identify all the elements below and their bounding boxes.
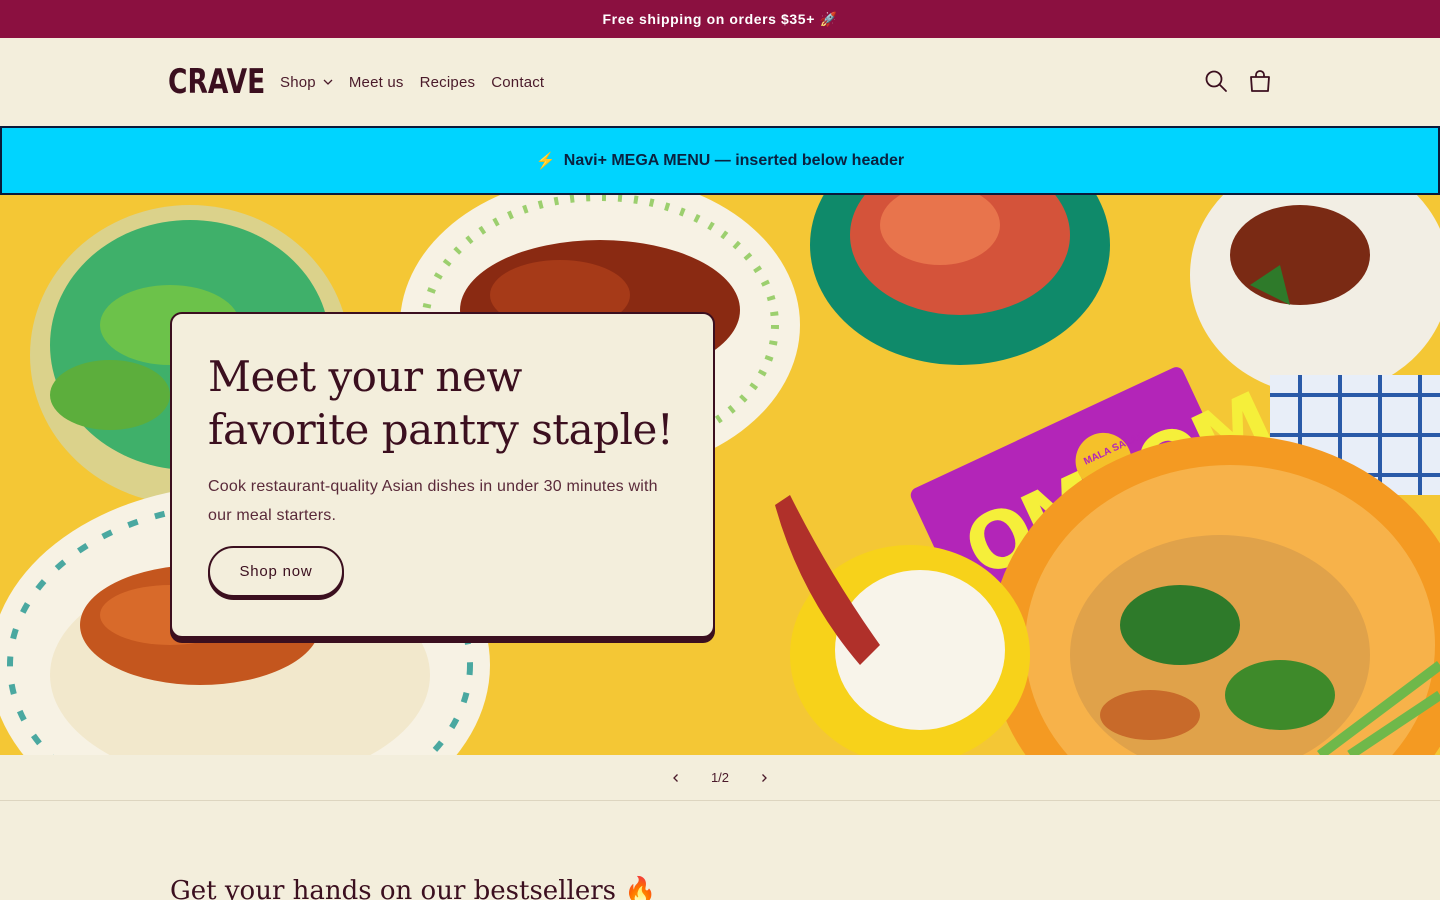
hero-content-card: Meet your new favorite pantry staple! Co… [170,312,715,638]
site-header: CRAVE Shop Meet us Recipes Contact [0,38,1440,126]
main-nav: Shop Meet us Recipes Contact [272,38,552,126]
nav-item-label: Shop [280,73,316,91]
slide-counter: 1/2 [710,770,730,785]
mega-menu-banner[interactable]: ⚡ Navi+ MEGA MENU — inserted below heade… [0,126,1440,195]
nav-item-label: Recipes [419,73,476,91]
chevron-down-icon [323,79,333,85]
cart-icon[interactable] [1247,68,1273,94]
section-title: Get your hands on our bestsellers 🔥 [170,876,657,900]
hero-title: Meet your new favorite pantry staple! [208,352,674,454]
nav-item-label: Meet us [348,73,404,91]
slideshow-controls: 1/2 [0,755,1440,801]
chevron-left-icon [673,773,678,782]
lightning-icon: ⚡ [535,152,556,170]
hero-subtitle: Cook restaurant-quality Asian dishes in … [208,478,658,524]
mega-menu-text: Navi+ MEGA MENU — inserted below header [563,151,905,169]
shop-now-button[interactable]: Shop now [208,546,344,597]
search-icon[interactable] [1203,68,1229,94]
nav-item-contact[interactable]: Contact [491,74,544,91]
nav-item-label: Contact [491,73,545,91]
chevron-right-icon [762,773,767,782]
nav-item-recipes[interactable]: Recipes [420,74,476,91]
nav-item-meet-us[interactable]: Meet us [349,74,404,91]
announcement-text: Free shipping on orders $35+ 🚀 [602,10,838,27]
nav-item-shop[interactable]: Shop [280,74,333,91]
next-slide-button[interactable] [742,756,786,800]
announcement-bar: Free shipping on orders $35+ 🚀 [0,0,1440,38]
logo[interactable]: CRAVE [168,62,265,102]
previous-slide-button[interactable] [654,756,698,800]
